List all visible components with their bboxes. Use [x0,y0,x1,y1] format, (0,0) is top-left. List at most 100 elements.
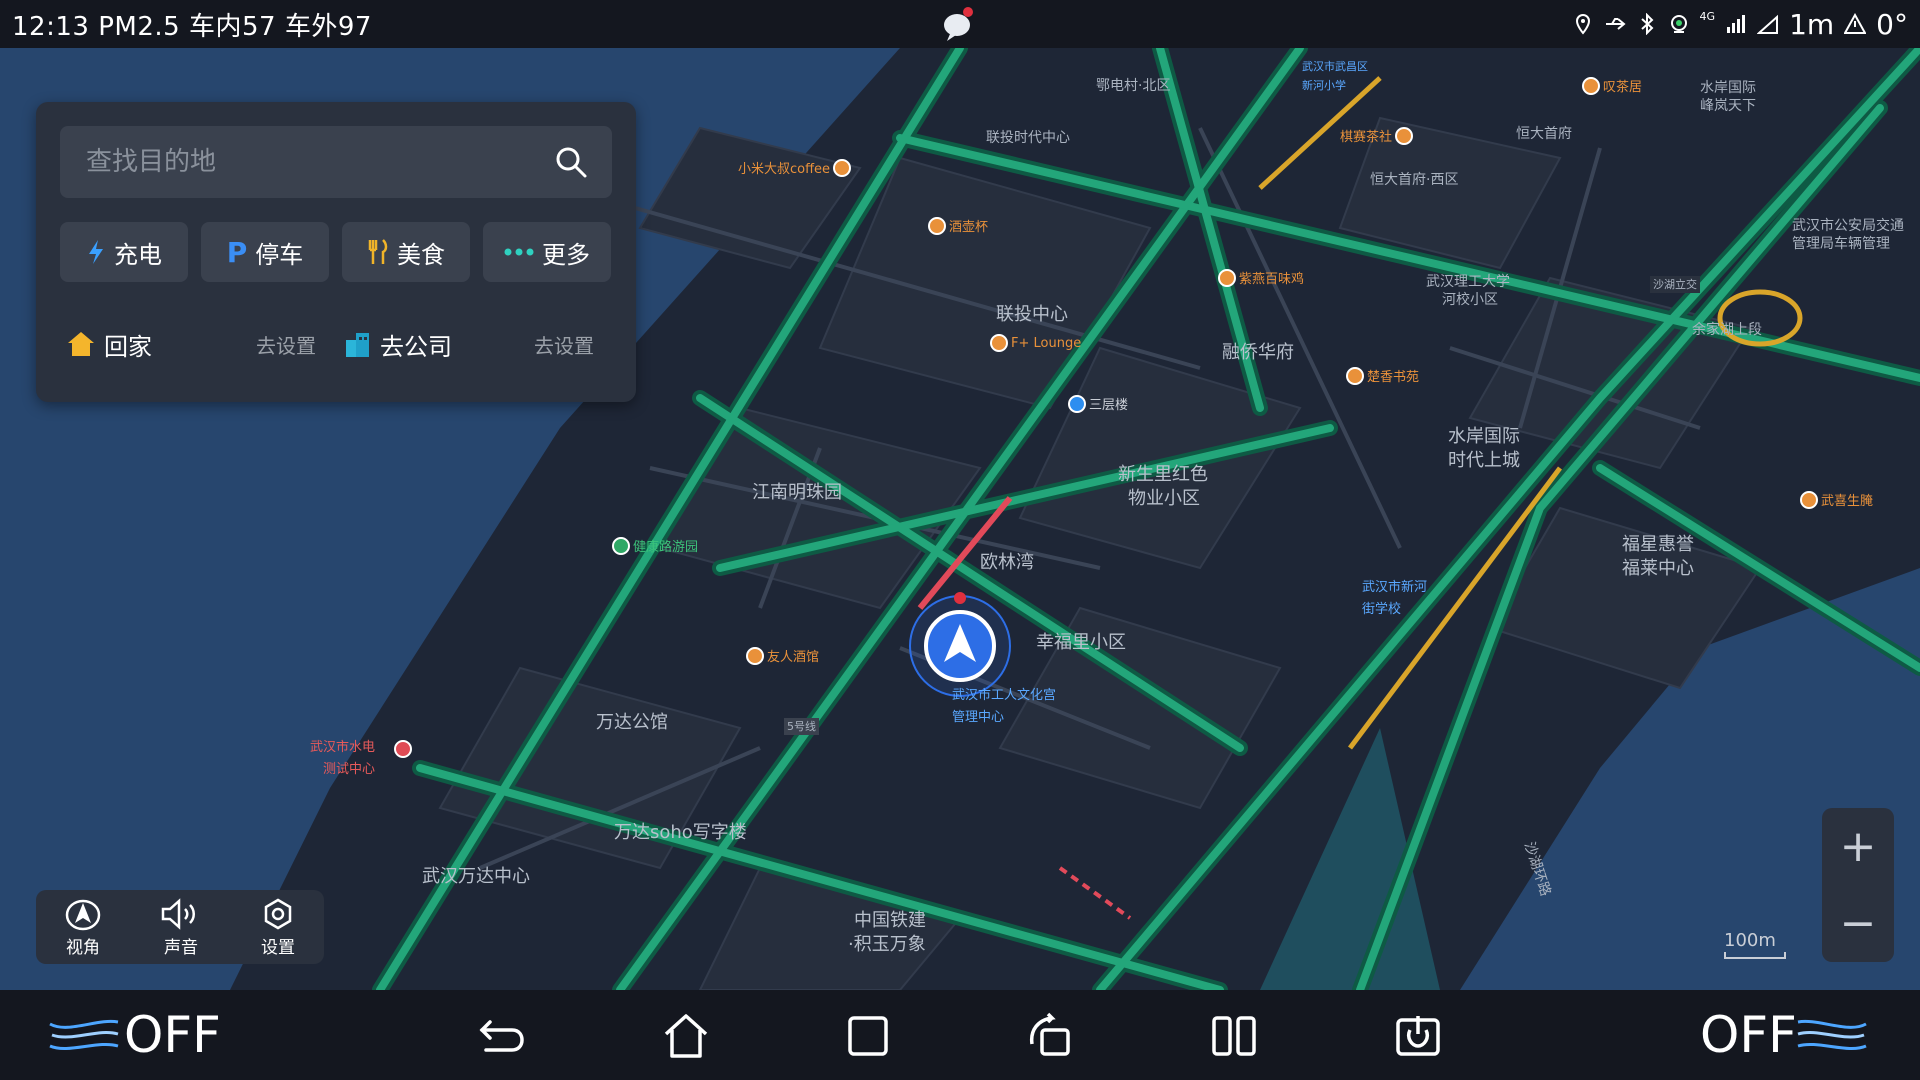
map-label: 中国铁建 [854,910,926,931]
scale-label: 100m [1724,930,1776,951]
map-label: 物业小区 [1128,488,1200,509]
split-screen-icon[interactable] [1208,1010,1260,1062]
search-bar[interactable] [60,126,612,198]
bar-icon [990,334,1008,352]
settings-button[interactable]: 设置 [261,897,295,958]
poi-marker[interactable]: 三层楼 [1068,394,1128,413]
shortcuts-row: 回家 去设置 去公司 去设置 [66,324,622,364]
poi-marker[interactable]: 健康路游园 [612,536,698,555]
bluetooth-icon [1640,13,1653,35]
tea-icon [1395,126,1414,145]
recent-apps-icon[interactable] [842,1010,894,1062]
search-input[interactable] [84,146,528,178]
poi-marker[interactable]: 楚香书苑 [1346,366,1419,385]
bar-icon [746,646,764,665]
clock: 12:13 [12,11,90,42]
right-climate-status[interactable]: OFF [1700,1006,1797,1064]
home-nav-icon[interactable] [660,1010,712,1062]
food-icon [1800,490,1818,509]
map-label: 万达公馆 [596,712,668,733]
category-charging-button[interactable]: 充电 [60,222,188,282]
status-bar: 12:13 PM2.5 车内57 车外97 4G 1m 0° [0,0,1920,48]
map-label: 万达soho写字楼 [614,822,747,843]
company-set-link[interactable]: 去设置 [534,330,594,359]
map-label: 融侨华府 [1222,342,1294,363]
map-label: 沙湖立交 [1650,276,1700,293]
perspective-button[interactable]: 视角 [65,897,101,958]
power-screen-icon[interactable] [1392,1010,1444,1062]
category-more-button[interactable]: 更多 [483,222,611,282]
map-label: 武汉理工大学 [1426,274,1510,290]
poi-marker[interactable]: 武喜生腌 [1800,490,1873,509]
zoom-in-button[interactable]: + [1822,808,1894,885]
poi-marker[interactable]: 友人酒馆 [746,646,819,665]
poi-marker[interactable]: 叹茶居 [1582,76,1642,95]
office-building-icon [346,333,369,357]
outside-label: 车外 [284,11,338,42]
poi-marker[interactable]: F+ Lounge [990,334,1081,352]
speaker-icon [161,897,195,930]
left-climate-fan-icon[interactable] [48,1014,120,1056]
warning-angle-icon [1844,13,1867,34]
star-icon [394,740,412,758]
metro-icon [1068,394,1086,413]
category-chips: 充电 P 停车 美食 更多 [60,222,611,282]
park-icon [612,536,630,555]
cell-signal-icon [1727,15,1746,33]
poi-marker[interactable]: 武汉市工人文化宫 管理中心 [928,684,1056,725]
notification-bubble-icon[interactable] [938,4,978,44]
angle-readout: 0° [1876,7,1908,41]
map-label: 福莱中心 [1622,558,1694,579]
home-set-link[interactable]: 去设置 [256,330,316,359]
poi-marker[interactable]: 酒壶杯 [928,216,988,235]
poi-marker[interactable]: 武汉市新河 街学校 [1336,576,1427,617]
bottom-bar: OFF OFF [0,990,1920,1080]
map-view-controls: 视角 声音 设置 [36,890,324,964]
inside-label: 车内 [188,11,242,42]
back-icon[interactable] [476,1010,528,1062]
map-label: 余家湖上段 [1692,322,1762,338]
location-icon [1575,13,1590,35]
lightning-icon [89,240,103,264]
search-panel: 充电 P 停车 美食 更多 回家 去设置 去公司 去设置 [36,102,636,402]
perspective-icon [65,899,101,930]
map-label: 恒大首府·西区 [1370,172,1459,188]
network-type: 4G [1699,9,1716,23]
map-label: 武汉市公安局交通 [1792,218,1904,234]
right-climate-fan-icon[interactable] [1796,1014,1868,1056]
category-food-button[interactable]: 美食 [342,222,470,282]
poi-marker[interactable] [394,740,412,758]
poi-marker[interactable]: 紫燕百味鸡 [1218,268,1304,287]
search-icon[interactable] [554,145,588,179]
parking-icon: P [226,235,248,269]
poi-marker[interactable]: 武汉市武昌区 新河小学 [1282,58,1368,93]
coffee-icon [833,158,852,177]
status-icons: 4G 1m 0° [1572,8,1908,41]
food-icon [1218,268,1236,287]
shortcut-company[interactable]: 去公司 去设置 [344,324,622,364]
poi-marker[interactable]: 小米大叔coffee [738,158,852,177]
tea-icon [1346,366,1364,385]
map-label: 联投中心 [996,304,1068,325]
inside-value: 57 [241,11,277,42]
metro-line-label: 5号线 [784,718,819,735]
map-label: 河校小区 [1442,292,1498,308]
zoom-out-button[interactable]: − [1822,885,1894,962]
poi-marker[interactable]: 武汉市水电 测试中心 [310,736,375,777]
tea-icon [1582,76,1600,95]
settings-gear-icon [264,898,292,929]
map-label: 恒大首府 [1516,126,1572,142]
map-label: 联投时代中心 [986,130,1070,146]
left-climate-status[interactable]: OFF [124,1006,221,1064]
more-dots-icon [504,248,534,256]
map-label: 水岸国际 [1700,80,1756,96]
tilt-icon [1757,14,1779,34]
map-label: 幸福里小区 [1036,632,1126,653]
poi-marker[interactable]: 棋赛茶社 [1340,126,1414,145]
gps-icon [1670,15,1687,33]
map-label: 新生里红色 [1118,464,1208,485]
category-parking-button[interactable]: P 停车 [201,222,329,282]
screen-rotate-icon[interactable] [1026,1010,1078,1062]
sound-button[interactable]: 声音 [159,897,203,958]
shortcut-home[interactable]: 回家 去设置 [66,324,344,364]
